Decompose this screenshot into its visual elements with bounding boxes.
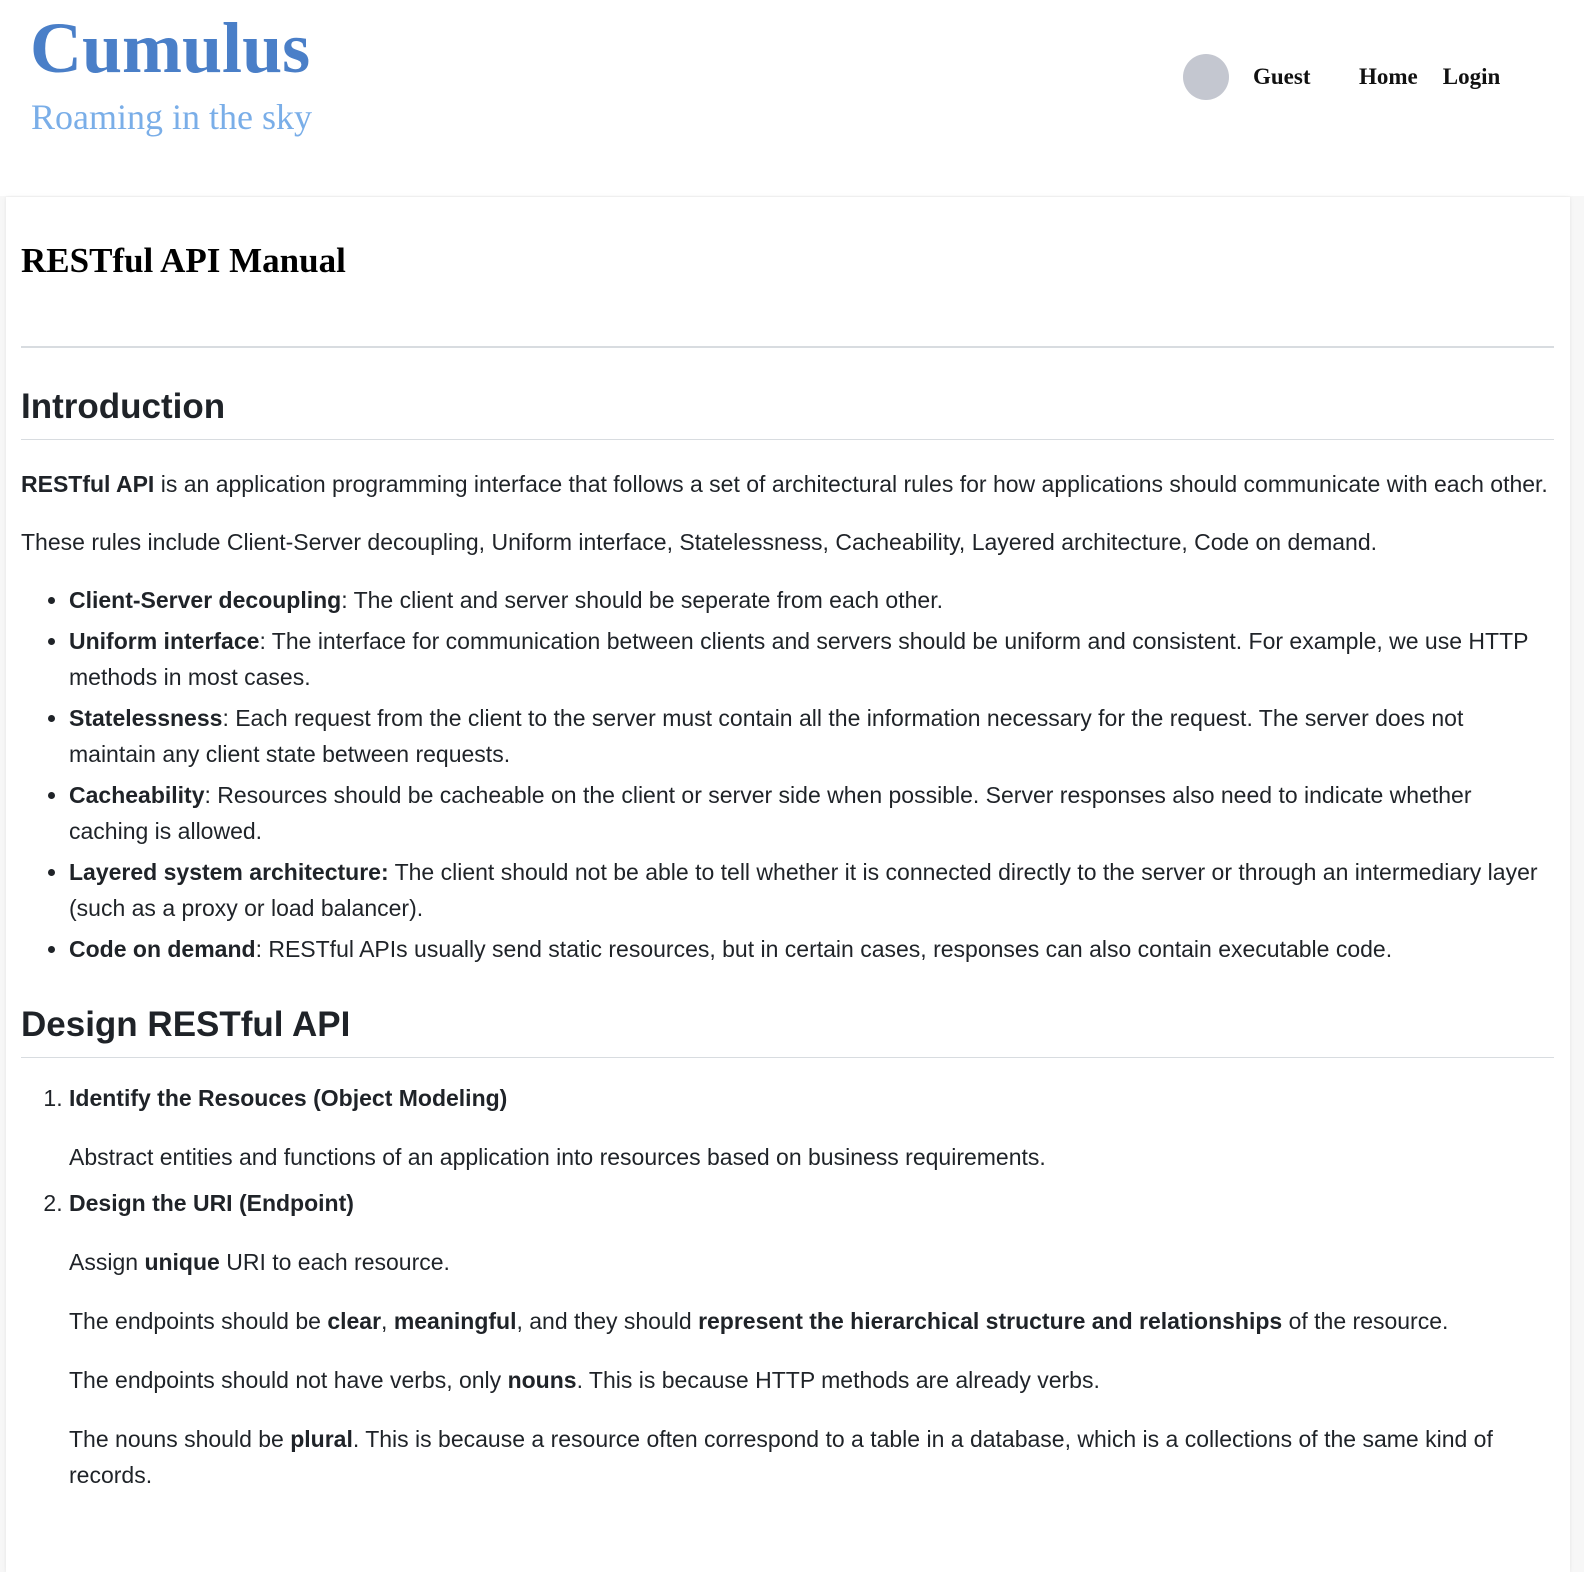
text: Assign (69, 1249, 145, 1275)
title-divider (21, 346, 1554, 348)
rule-desc: : The interface for communication betwee… (69, 628, 1529, 690)
step-body: Abstract entities and functions of an ap… (69, 1144, 1046, 1170)
list-item: Cacheability: Resources should be cachea… (69, 777, 1554, 849)
text: , (381, 1308, 394, 1334)
text: URI to each resource. (219, 1249, 450, 1275)
emphasis: meaningful (393, 1308, 517, 1334)
design-steps-list: Identify the Resouces (Object Modeling) … (21, 1080, 1554, 1493)
text: The endpoints should be (69, 1308, 328, 1334)
nav-login-link[interactable]: Login (1443, 64, 1501, 90)
site-logo[interactable]: Cumulus (30, 6, 310, 90)
site-tagline: Roaming in the sky (31, 97, 312, 137)
step-body: The endpoints should not have verbs, onl… (69, 1362, 1554, 1398)
step-body: The endpoints should be clear, meaningfu… (69, 1303, 1554, 1339)
list-item: Layered system architecture: The client … (69, 854, 1554, 926)
text: , and they should (516, 1308, 699, 1334)
rule-term: Statelessness (69, 705, 223, 731)
rule-desc: : RESTful APIs usually send static resou… (255, 936, 1393, 962)
rule-term: Uniform interface (69, 628, 260, 654)
text: The nouns should be (69, 1426, 291, 1452)
section-heading-introduction: Introduction (21, 385, 1554, 440)
rule-term: Code on demand (69, 936, 256, 962)
emphasis: nouns (507, 1367, 577, 1393)
text: The endpoints should not have verbs, onl… (69, 1367, 508, 1393)
rule-term: Layered system architecture: (69, 859, 389, 885)
emphasis: plural (290, 1426, 353, 1452)
text: of the resource. (1282, 1308, 1449, 1334)
intro-paragraph: RESTful API is an application programmin… (21, 466, 1554, 502)
avatar[interactable] (1183, 54, 1229, 100)
list-item: Design the URI (Endpoint) Assign unique … (69, 1185, 1554, 1493)
emphasis: unique (144, 1249, 220, 1275)
intro-text: is an application programming interface … (154, 471, 1548, 497)
emphasis: represent the hierarchical structure and… (698, 1308, 1283, 1334)
list-item: Identify the Resouces (Object Modeling) … (69, 1080, 1554, 1175)
site-header: Cumulus Roaming in the sky Guest Home Lo… (0, 0, 1584, 196)
step-body: The nouns should be plural. This is beca… (69, 1421, 1554, 1493)
emphasis: clear (327, 1308, 382, 1334)
step-title: Design the URI (Endpoint) (69, 1190, 354, 1216)
rule-term: Client-Server decoupling (69, 587, 342, 613)
user-area: Guest (1183, 54, 1311, 100)
text: . This is because HTTP methods are alrea… (576, 1367, 1100, 1393)
rule-term: Cacheability (69, 782, 205, 808)
rules-list: Client-Server decoupling: The client and… (21, 582, 1554, 967)
step-body: Assign unique URI to each resource. (69, 1244, 1554, 1280)
rules-summary-paragraph: These rules include Client-Server decoup… (21, 529, 1378, 555)
rule-desc: : The client and server should be sepera… (341, 587, 943, 613)
list-item: Code on demand: RESTful APIs usually sen… (69, 931, 1554, 967)
nav-home-link[interactable]: Home (1359, 64, 1418, 90)
username: Guest (1253, 64, 1311, 89)
list-item: Statelessness: Each request from the cli… (69, 700, 1554, 772)
rule-desc: : Resources should be cacheable on the c… (69, 782, 1472, 844)
page-title: RESTful API Manual (21, 241, 346, 280)
section-heading-design: Design RESTful API (21, 1003, 1554, 1058)
rule-desc: : Each request from the client to the se… (69, 705, 1464, 767)
step-title: Identify the Resouces (Object Modeling) (69, 1085, 508, 1111)
top-nav: Home Login (1359, 54, 1500, 100)
article-card: RESTful API Manual Introduction RESTful … (6, 197, 1570, 1572)
list-item: Client-Server decoupling: The client and… (69, 582, 1554, 618)
list-item: Uniform interface: The interface for com… (69, 623, 1554, 695)
intro-term: RESTful API (21, 471, 155, 497)
